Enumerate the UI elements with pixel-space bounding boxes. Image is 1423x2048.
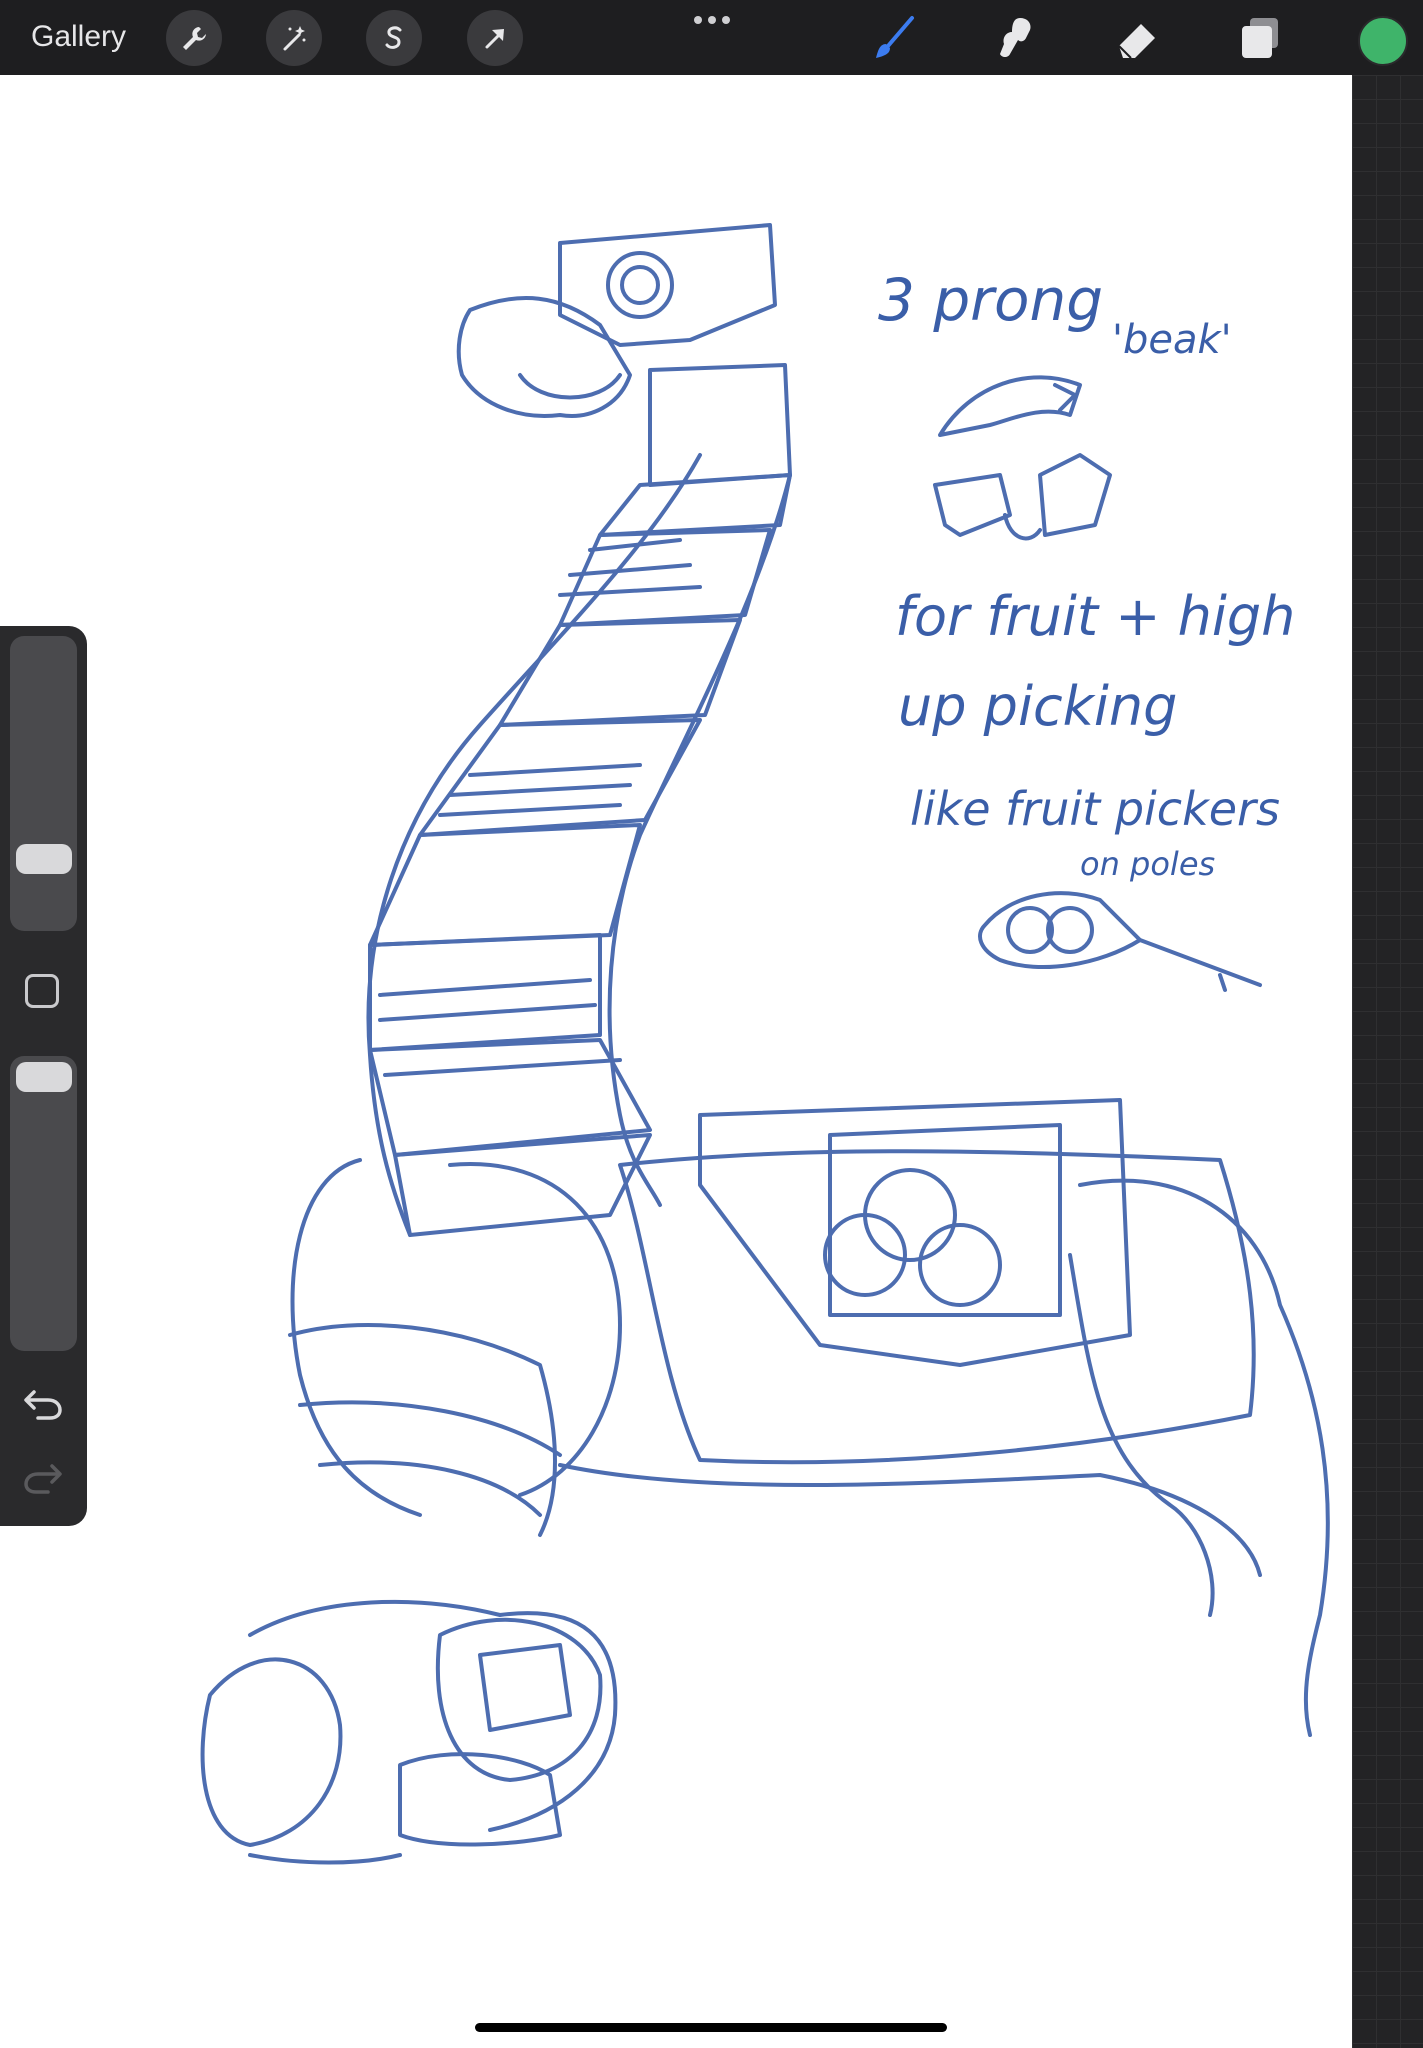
more-options-icon[interactable] xyxy=(692,14,732,26)
brush-sidebar xyxy=(0,626,87,1526)
note-line-4: up picking xyxy=(898,675,1177,738)
gallery-button[interactable]: Gallery xyxy=(31,20,126,54)
top-toolbar: Gallery xyxy=(0,0,1423,75)
modify-button[interactable] xyxy=(25,974,59,1008)
smudge-icon[interactable] xyxy=(990,14,1038,62)
note-line-2: 'beak' xyxy=(1112,317,1232,363)
brush-size-slider[interactable] xyxy=(10,636,77,931)
transform-button[interactable] xyxy=(467,10,523,66)
brush-icon[interactable] xyxy=(870,14,918,62)
home-indicator[interactable] xyxy=(475,2023,947,2032)
eraser-icon[interactable] xyxy=(1113,14,1161,62)
opacity-handle[interactable] xyxy=(16,1062,72,1092)
note-line-5: like fruit pickers xyxy=(910,782,1280,836)
note-line-6: on poles xyxy=(1080,845,1215,883)
selection-button[interactable] xyxy=(366,10,422,66)
sketch-drawing: 3 prong 'beak' for fruit + high up picki… xyxy=(200,223,1330,1865)
note-line-1: 3 prong xyxy=(878,266,1103,334)
magic-wand-icon xyxy=(283,26,306,51)
brush-size-handle[interactable] xyxy=(16,844,72,874)
actions-button[interactable] xyxy=(166,10,222,66)
adjustments-button[interactable] xyxy=(266,10,322,66)
opacity-slider[interactable] xyxy=(10,1056,77,1351)
redo-icon[interactable] xyxy=(22,1460,64,1496)
selection-s-icon xyxy=(385,26,402,49)
undo-icon[interactable] xyxy=(22,1386,64,1422)
transform-arrow-icon xyxy=(485,29,504,49)
color-picker-button[interactable] xyxy=(1358,16,1408,66)
wrench-icon xyxy=(183,27,206,50)
canvas-background-grid xyxy=(1352,75,1423,2048)
layers-icon[interactable] xyxy=(1236,14,1284,62)
note-line-3: for fruit + high xyxy=(895,585,1295,648)
